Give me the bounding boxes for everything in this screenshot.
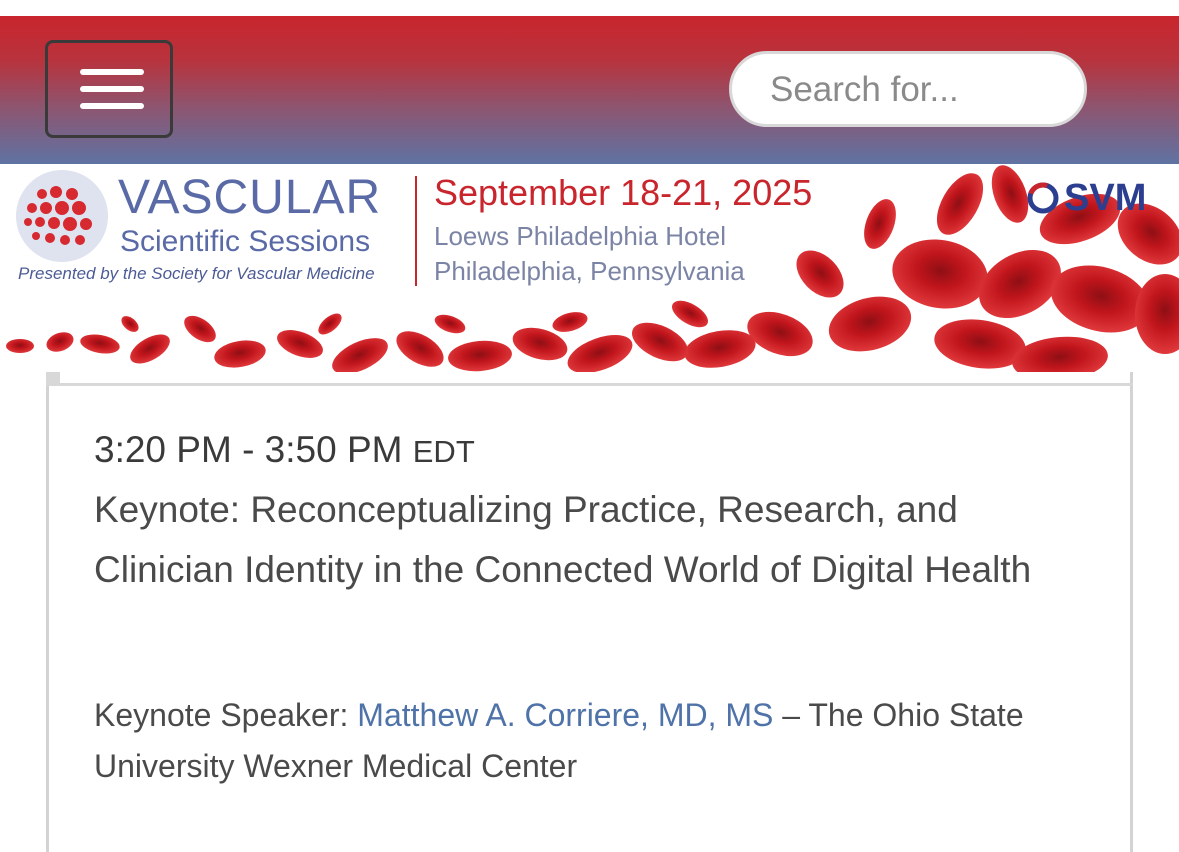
- navbar: [0, 16, 1179, 164]
- banner-title: VASCULAR: [118, 171, 382, 224]
- session-time: 3:20 PM - 3:50 PM EDT: [94, 428, 475, 472]
- session-timezone: EDT: [412, 434, 475, 469]
- hamburger-icon-bar: [80, 103, 144, 109]
- hamburger-icon: [80, 69, 144, 75]
- speaker-line: Keynote Speaker: Matthew A. Corriere, MD…: [94, 690, 1094, 792]
- hamburger-icon-bar: [80, 86, 144, 92]
- banner-city: Philadelphia, Pennsylvania: [434, 256, 745, 286]
- speaker-label: Keynote Speaker:: [94, 697, 349, 733]
- status-strip: [0, 0, 1179, 16]
- svm-ring-icon: [1027, 182, 1059, 214]
- banner-date: September 18-21, 2025: [434, 172, 813, 213]
- session-title: Keynote: Reconceptualizing Practice, Res…: [94, 489, 1032, 590]
- svm-logo: SVM: [1026, 176, 1146, 220]
- speaker-link[interactable]: Matthew A. Corriere, MD, MS: [357, 697, 773, 733]
- banner-divider: [415, 176, 417, 286]
- menu-button[interactable]: [45, 40, 173, 138]
- svm-logo-text: SVM: [1064, 177, 1147, 219]
- banner-subtitle: Scientific Sessions: [120, 225, 371, 258]
- banner-presented-by: Presented by the Society for Vascular Me…: [18, 264, 375, 283]
- search-box[interactable]: [729, 51, 1087, 127]
- vascular-logo-mark: [16, 170, 108, 262]
- banner-venue: Loews Philadelphia Hotel: [434, 221, 726, 251]
- session-time-range: 3:20 PM - 3:50 PM: [94, 429, 403, 470]
- search-input[interactable]: [768, 54, 1072, 126]
- card-top-border: [58, 383, 1133, 386]
